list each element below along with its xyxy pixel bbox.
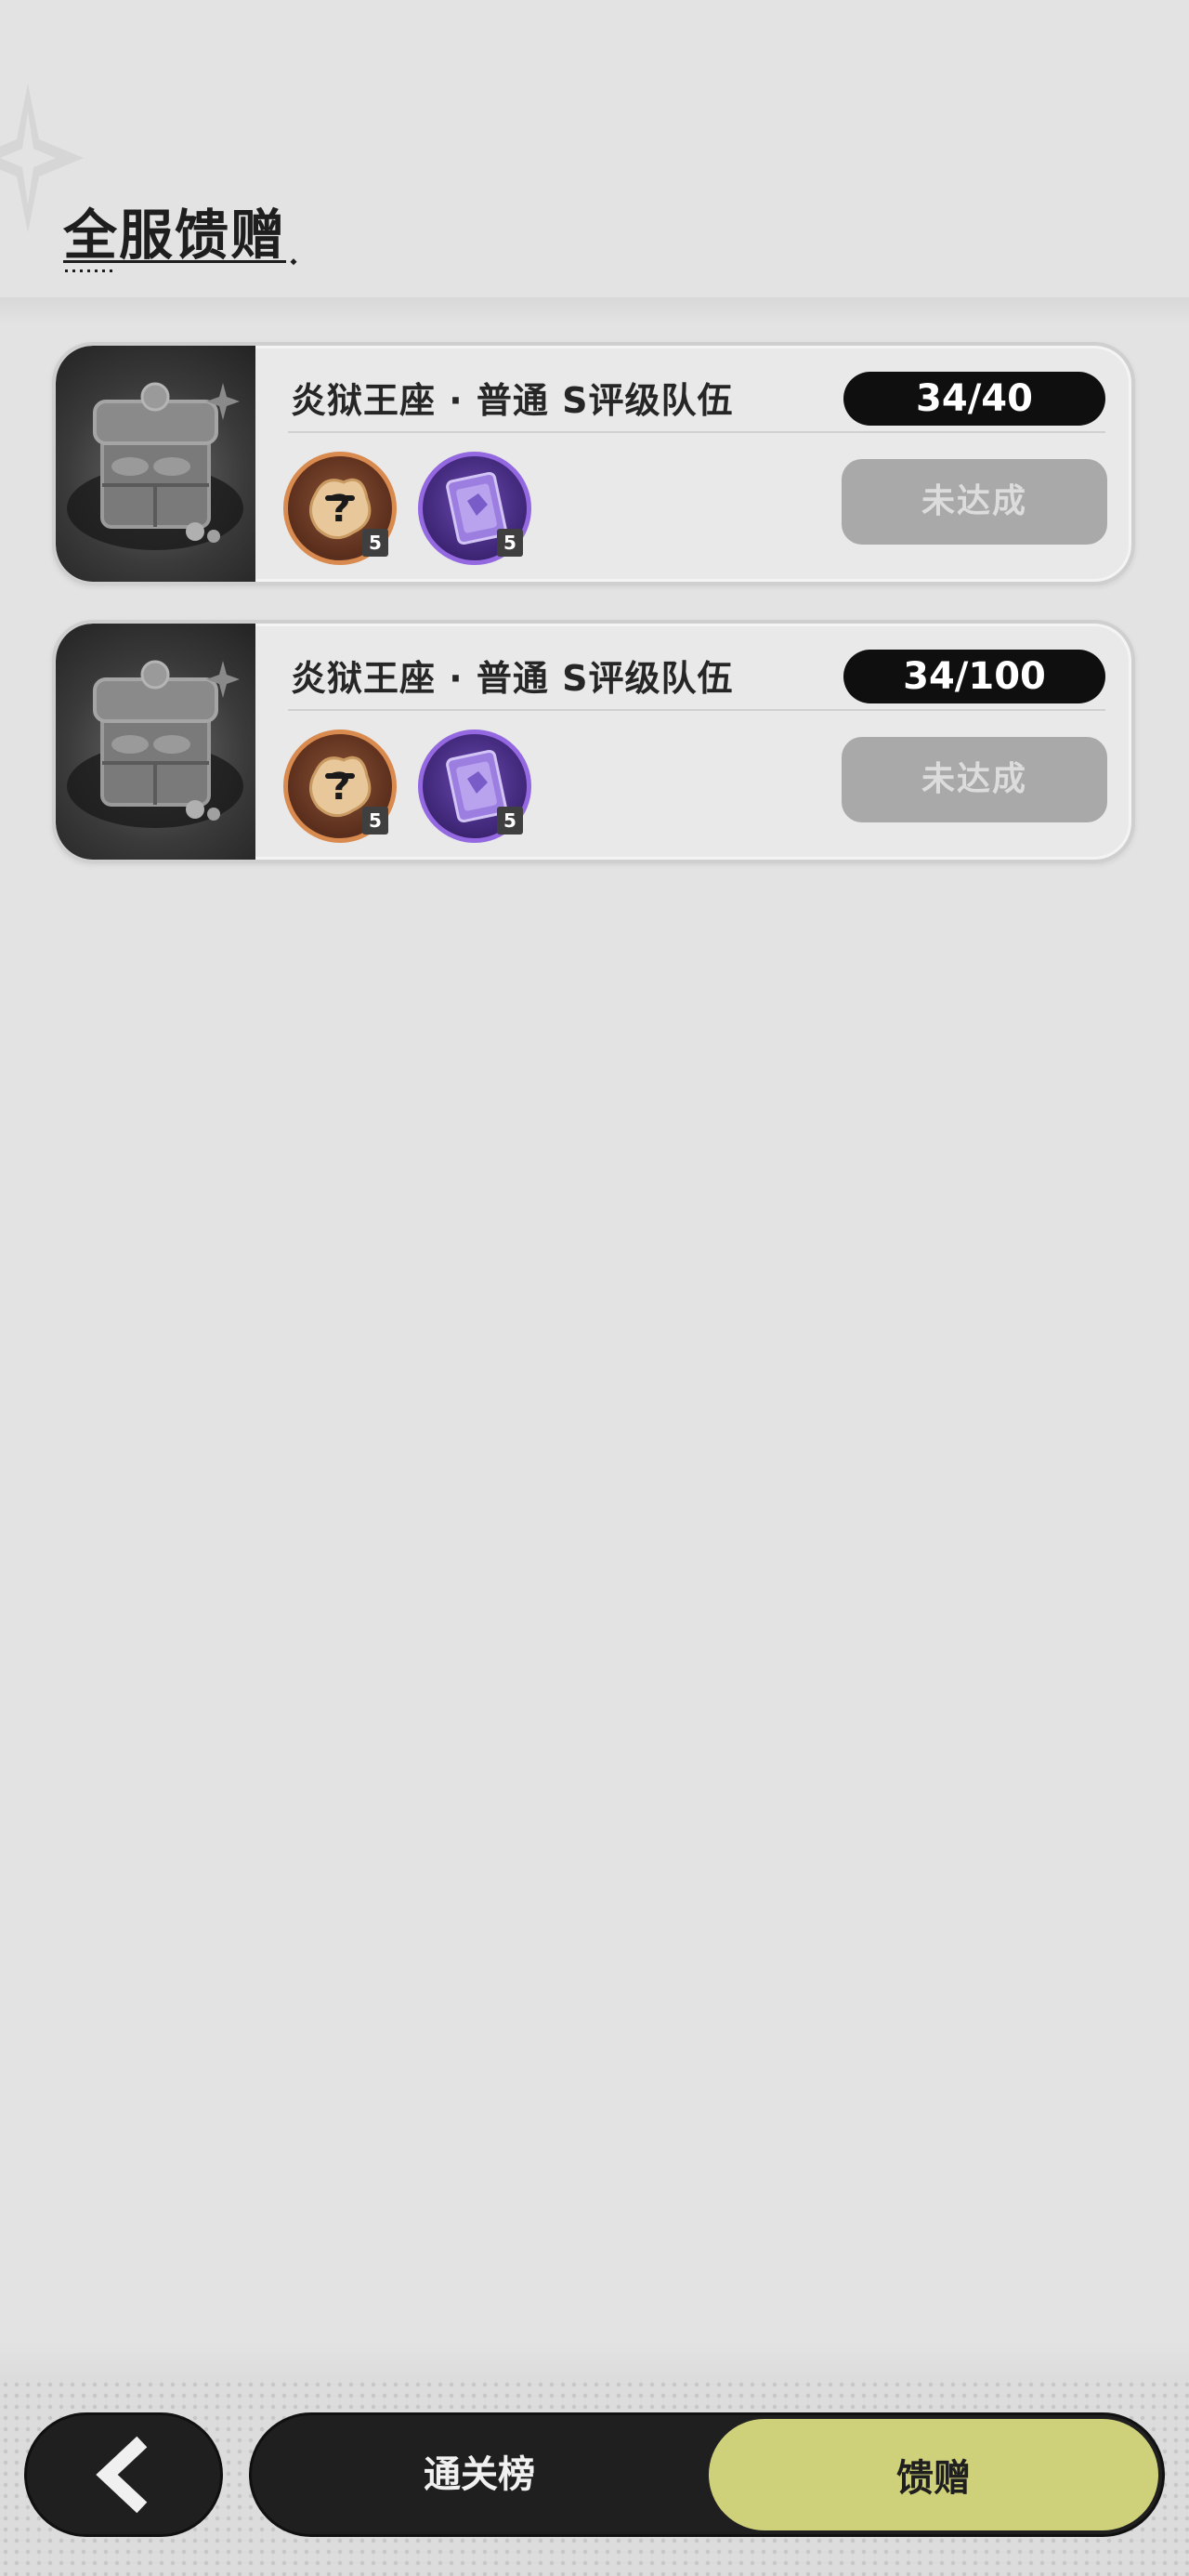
reward-card: 炎狱王座 · 普通 S评级队伍 34/40 ? 5 5 未达成 xyxy=(52,342,1135,585)
purple-card-item[interactable]: 5 xyxy=(418,452,531,565)
chest-thumbnail xyxy=(56,624,255,860)
title-underline xyxy=(63,258,297,272)
quantity-badge: 5 xyxy=(362,529,388,557)
quantity-badge: 5 xyxy=(362,807,388,835)
mystery-coin-item[interactable]: ? 5 xyxy=(283,729,397,843)
reward-card: 炎狱王座 · 普通 S评级队伍 34/100 ? 5 5 未达成 xyxy=(52,620,1135,863)
treasure-chest-icon xyxy=(67,382,243,550)
svg-text:?: ? xyxy=(329,488,350,531)
progress-counter: 34/100 xyxy=(843,650,1105,703)
tab-gift[interactable]: 馈赠 xyxy=(705,2415,1162,2534)
treasure-chest-icon xyxy=(67,660,243,828)
reward-title: 炎狱王座 · 普通 S评级队伍 xyxy=(291,658,734,699)
chest-thumbnail xyxy=(56,346,255,582)
svg-text:?: ? xyxy=(329,766,350,808)
back-button[interactable] xyxy=(24,2412,223,2537)
reward-title: 炎狱王座 · 普通 S评级队伍 xyxy=(291,380,734,421)
mystery-coin-item[interactable]: ? 5 xyxy=(283,452,397,565)
gift-page: 全服馈赠 炎狱王座 · 普通 S评级队伍 34/40 ? 5 5 未达成 炎狱王… xyxy=(0,0,1189,2576)
quantity-badge: 5 xyxy=(497,807,523,835)
chevron-left-icon xyxy=(96,2436,148,2514)
tab-leaderboard[interactable]: 通关榜 xyxy=(252,2415,707,2534)
bottom-fade xyxy=(0,2342,1189,2379)
header-shadow xyxy=(0,297,1189,325)
divider xyxy=(288,431,1105,433)
divider xyxy=(288,709,1105,711)
claim-status-button[interactable]: 未达成 xyxy=(842,459,1107,545)
purple-card-item[interactable]: 5 xyxy=(418,729,531,843)
bottom-tab-bar: 通关榜 馈赠 xyxy=(249,2412,1165,2537)
claim-status-button[interactable]: 未达成 xyxy=(842,737,1107,822)
quantity-badge: 5 xyxy=(497,529,523,557)
progress-counter: 34/40 xyxy=(843,372,1105,426)
